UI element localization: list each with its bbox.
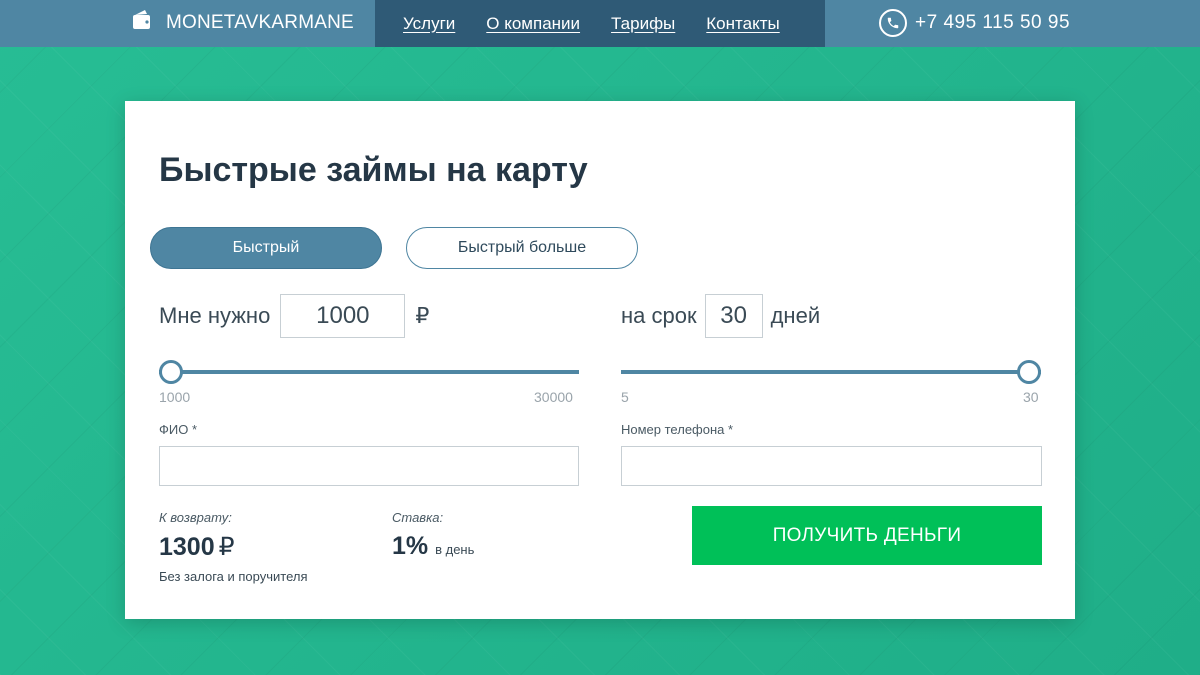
fio-input[interactable]: [159, 446, 579, 486]
phone-number: +7 495 115 50 95: [915, 12, 1071, 33]
brand-name: MONETAVKARMANE: [166, 12, 354, 33]
nav-link-about[interactable]: О компании: [486, 14, 580, 34]
wallet-icon: [132, 9, 152, 37]
nav-link-contacts[interactable]: Контакты: [706, 14, 779, 34]
top-header: MONETAVKARMANE Услуги О компании Тарифы …: [0, 0, 1200, 47]
nav-link-services[interactable]: Услуги: [403, 14, 455, 34]
rate-label: Ставка:: [392, 510, 444, 525]
brand-logo[interactable]: MONETAVKARMANE: [132, 9, 354, 37]
phone-field-input[interactable]: [621, 446, 1042, 486]
amount-input[interactable]: 1000: [280, 294, 406, 338]
no-collateral-note: Без залога и поручителя: [159, 569, 308, 584]
amount-slider-thumb[interactable]: [159, 360, 183, 384]
rate-percent: 1%: [392, 532, 429, 560]
term-max-label: 30: [1023, 389, 1039, 405]
main-nav: Услуги О компании Тарифы Контакты: [375, 0, 825, 47]
fio-label: ФИО *: [159, 422, 198, 437]
get-money-button[interactable]: ПОЛУЧИТЬ ДЕНЬГИ: [692, 506, 1042, 565]
rate-value: 1% в день: [392, 532, 474, 561]
tab-fast[interactable]: Быстрый: [150, 227, 382, 269]
page-title: Быстрые займы на карту: [159, 151, 588, 189]
nav-link-tariffs[interactable]: Тарифы: [611, 14, 675, 34]
repay-label: К возврату:: [159, 510, 232, 525]
term-suffix: дней: [770, 303, 821, 328]
amount-prefix: Мне нужно: [159, 303, 271, 328]
rate-suffix: в день: [435, 542, 475, 557]
repay-value: 1300 ₽: [159, 532, 235, 562]
currency-symbol: ₽: [415, 303, 430, 328]
loan-calculator-card: Быстрые займы на карту Быстрый Быстрый б…: [125, 101, 1075, 619]
phone-icon: [879, 9, 907, 37]
header-phone[interactable]: +7 495 115 50 95: [879, 9, 1070, 37]
amount-max-label: 30000: [534, 389, 573, 405]
phone-field-label: Номер телефона *: [621, 422, 734, 437]
term-min-label: 5: [621, 389, 629, 405]
repay-amount: 1300: [159, 533, 215, 561]
amount-row: Мне нужно 1000 ₽: [159, 294, 429, 338]
repay-currency: ₽: [218, 533, 235, 561]
term-slider-thumb[interactable]: [1017, 360, 1041, 384]
amount-min-label: 1000: [159, 389, 191, 405]
term-row: на срок 30 дней: [621, 294, 820, 338]
amount-slider-track[interactable]: [159, 370, 579, 374]
tab-fast-more[interactable]: Быстрый больше: [406, 227, 638, 269]
term-input[interactable]: 30: [704, 294, 763, 338]
term-slider-track[interactable]: [621, 370, 1041, 374]
term-prefix: на срок: [621, 303, 697, 328]
